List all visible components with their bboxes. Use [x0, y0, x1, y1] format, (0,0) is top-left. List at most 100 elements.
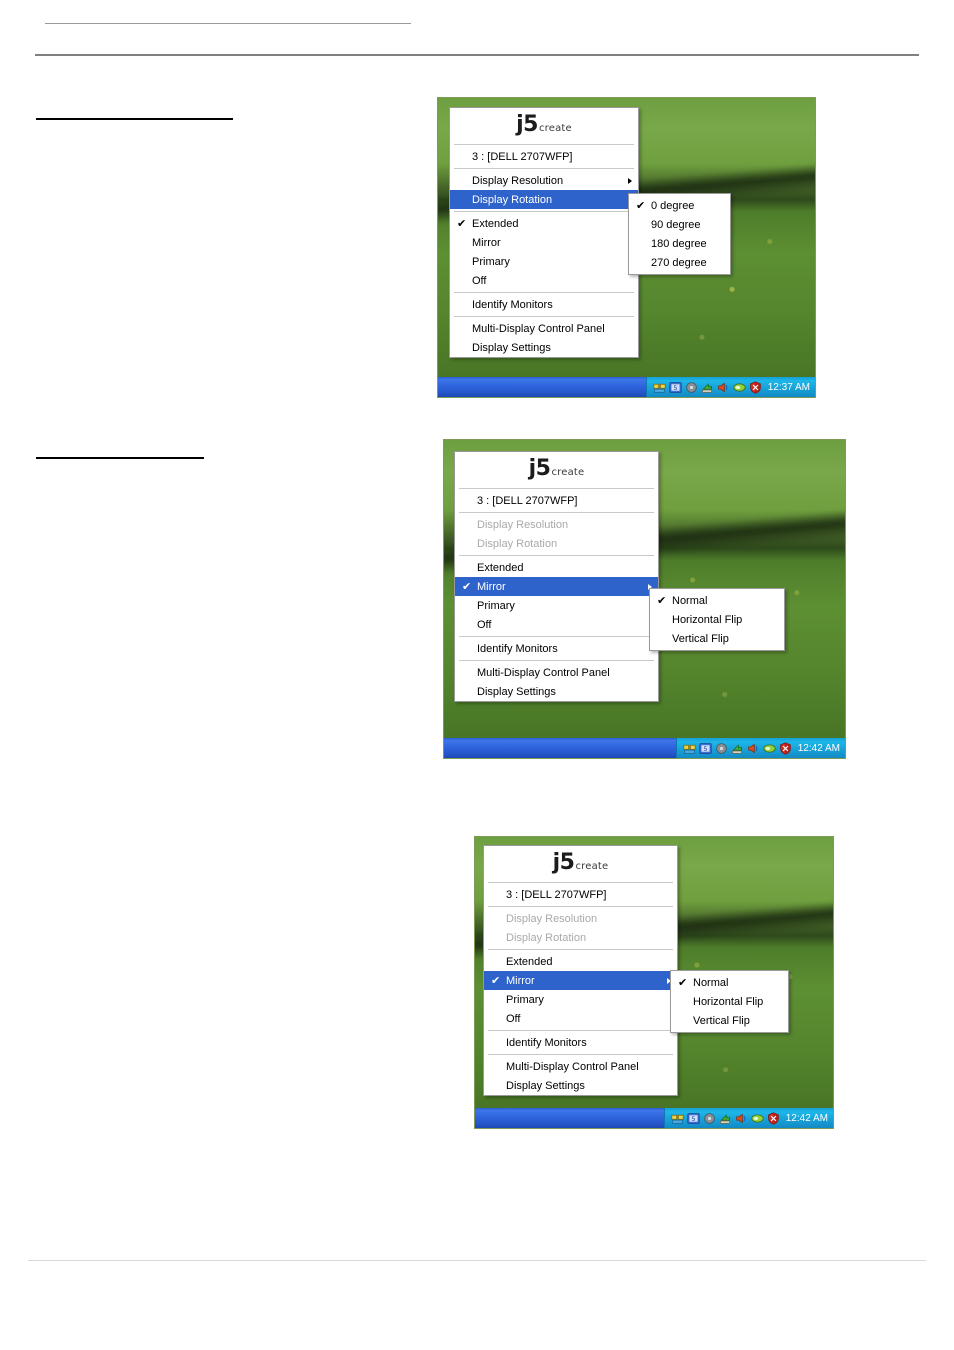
windows-taskbar[interactable]: 5 12:42 AM [444, 738, 845, 758]
submenu-item-horizontal-flip[interactable]: Horizontal Flip [650, 610, 784, 629]
menu-separator [459, 660, 654, 661]
green-arrow-update-icon[interactable] [701, 381, 714, 394]
volume-disk-icon[interactable] [685, 381, 698, 394]
display-adapter-icon[interactable]: 5 [699, 742, 712, 755]
windows-taskbar[interactable]: 5 12:37 AM [438, 377, 815, 397]
green-arrow-update-icon[interactable] [719, 1112, 732, 1125]
speaker-volume-icon[interactable] [717, 381, 730, 394]
menu-item-mirror[interactable]: Mirror [450, 233, 638, 252]
submenu-item-90-degree[interactable]: 90 degree [629, 215, 730, 234]
menu-item-mirror[interactable]: ✔ Mirror [484, 971, 677, 990]
menu-item-primary[interactable]: Primary [455, 596, 658, 615]
security-shield-alert-icon[interactable] [779, 741, 792, 755]
taskbar-empty-area[interactable] [438, 377, 646, 397]
security-shield-alert-icon[interactable] [767, 1111, 780, 1125]
submenu-item-horizontal-flip[interactable]: Horizontal Flip [671, 992, 788, 1011]
display-rotation-submenu[interactable]: ✔ 0 degree 90 degree 180 degree 270 degre… [628, 193, 731, 275]
j5create-context-menu[interactable]: j5 create 3 : [DELL 2707WFP] Display Reso… [454, 451, 659, 702]
taskbar-clock[interactable]: 12:42 AM [786, 1113, 828, 1124]
menu-item-monitor-label[interactable]: 3 : [DELL 2707WFP] [455, 491, 658, 510]
volume-disk-icon[interactable] [715, 742, 728, 755]
logo-wordmark: create [551, 466, 585, 478]
menu-item-display-rotation[interactable]: Display Rotation [450, 190, 638, 209]
taskbar-empty-area[interactable] [475, 1108, 664, 1128]
security-shield-alert-icon[interactable] [749, 380, 762, 394]
nvidia-settings-icon[interactable] [751, 1112, 764, 1125]
logo-mark: j5 [516, 112, 538, 137]
taskbar-clock[interactable]: 12:37 AM [768, 382, 810, 393]
nvidia-settings-icon[interactable] [763, 742, 776, 755]
menu-item-monitor-label[interactable]: 3 : [DELL 2707WFP] [484, 885, 677, 904]
checkmark-icon: ✔ [462, 580, 472, 593]
submenu-item-label: Horizontal Flip [672, 613, 743, 626]
menu-separator [454, 316, 634, 317]
menu-separator [488, 882, 673, 883]
menu-item-label: Mirror [477, 580, 506, 593]
display-adapter-icon[interactable]: 5 [687, 1112, 700, 1125]
green-arrow-update-icon[interactable] [731, 742, 744, 755]
j5create-context-menu[interactable]: j5 create 3 : [DELL 2707WFP] Display Reso… [483, 845, 678, 1096]
submenu-item-vertical-flip[interactable]: Vertical Flip [671, 1011, 788, 1030]
section-heading-underline-1 [36, 118, 233, 120]
menu-item-extended[interactable]: Extended [455, 558, 658, 577]
menu-item-display-resolution[interactable]: Display Resolution [450, 171, 638, 190]
nvidia-settings-icon[interactable] [733, 381, 746, 394]
menu-item-primary[interactable]: Primary [450, 252, 638, 271]
mirror-submenu[interactable]: ✔ Normal Horizontal Flip Vertical Flip [649, 588, 785, 651]
menu-item-monitor-label[interactable]: 3 : [DELL 2707WFP] [450, 147, 638, 166]
j5create-context-menu[interactable]: j5 create 3 : [DELL 2707WFP] Display Reso… [449, 107, 639, 358]
menu-item-off[interactable]: Off [450, 271, 638, 290]
svg-text:5: 5 [673, 383, 677, 391]
submenu-item-270-degree[interactable]: 270 degree [629, 253, 730, 272]
menu-item-identify-monitors[interactable]: Identify Monitors [455, 639, 658, 658]
menu-item-extended[interactable]: ✔ Extended [450, 214, 638, 233]
windows-taskbar[interactable]: 5 12:42 AM [475, 1108, 833, 1128]
menu-item-multi-display-control-panel[interactable]: Multi-Display Control Panel [450, 319, 638, 338]
menu-item-primary[interactable]: Primary [484, 990, 677, 1009]
submenu-item-label: Vertical Flip [693, 1014, 750, 1027]
menu-item-off[interactable]: Off [455, 615, 658, 634]
menu-item-identify-monitors[interactable]: Identify Monitors [450, 295, 638, 314]
submenu-item-normal[interactable]: ✔ Normal [650, 591, 784, 610]
network-connection-icon[interactable] [683, 742, 696, 755]
logo-wordmark: create [538, 122, 572, 134]
checkmark-icon: ✔ [636, 199, 646, 212]
menu-item-label: Primary [506, 993, 544, 1006]
footer-rule [28, 1260, 926, 1261]
menu-item-extended[interactable]: Extended [484, 952, 677, 971]
menu-item-display-resolution: Display Resolution [455, 515, 658, 534]
menu-item-mirror[interactable]: ✔ Mirror [455, 577, 658, 596]
volume-disk-icon[interactable] [703, 1112, 716, 1125]
network-connection-icon[interactable] [653, 381, 666, 394]
taskbar-clock[interactable]: 12:42 AM [798, 743, 840, 754]
logo-mark: j5 [528, 456, 551, 481]
header-rule-thick [35, 54, 919, 56]
submenu-item-180-degree[interactable]: 180 degree [629, 234, 730, 253]
submenu-item-normal[interactable]: ✔ Normal [671, 973, 788, 992]
menu-item-display-settings[interactable]: Display Settings [484, 1076, 677, 1095]
system-tray[interactable]: 5 12:37 AM [645, 377, 815, 397]
speaker-volume-icon[interactable] [735, 1112, 748, 1125]
header-rule-thin [45, 23, 411, 24]
submenu-item-label: 90 degree [651, 218, 701, 231]
menu-item-label: Display Settings [472, 341, 551, 354]
menu-item-multi-display-control-panel[interactable]: Multi-Display Control Panel [484, 1057, 677, 1076]
display-adapter-icon[interactable]: 5 [669, 381, 682, 394]
menu-item-display-settings[interactable]: Display Settings [455, 682, 658, 701]
menu-item-multi-display-control-panel[interactable]: Multi-Display Control Panel [455, 663, 658, 682]
menu-item-off[interactable]: Off [484, 1009, 677, 1028]
menu-item-display-settings[interactable]: Display Settings [450, 338, 638, 357]
submenu-item-vertical-flip[interactable]: Vertical Flip [650, 629, 784, 648]
taskbar-empty-area[interactable] [444, 738, 676, 758]
system-tray[interactable]: 5 12:42 AM [675, 738, 845, 758]
network-connection-icon[interactable] [671, 1112, 684, 1125]
j5create-logo: j5 create [450, 108, 638, 142]
submenu-item-0-degree[interactable]: ✔ 0 degree [629, 196, 730, 215]
screenshot-mirror-menu-small: 5 12:42 AM j5 create 3 : [DELL 2707WFP] D… [474, 836, 834, 1129]
speaker-volume-icon[interactable] [747, 742, 760, 755]
menu-separator [454, 292, 634, 293]
system-tray[interactable]: 5 12:42 AM [663, 1108, 833, 1128]
menu-item-label: Mirror [472, 236, 501, 249]
menu-item-identify-monitors[interactable]: Identify Monitors [484, 1033, 677, 1052]
mirror-submenu[interactable]: ✔ Normal Horizontal Flip Vertical Flip [670, 970, 789, 1033]
